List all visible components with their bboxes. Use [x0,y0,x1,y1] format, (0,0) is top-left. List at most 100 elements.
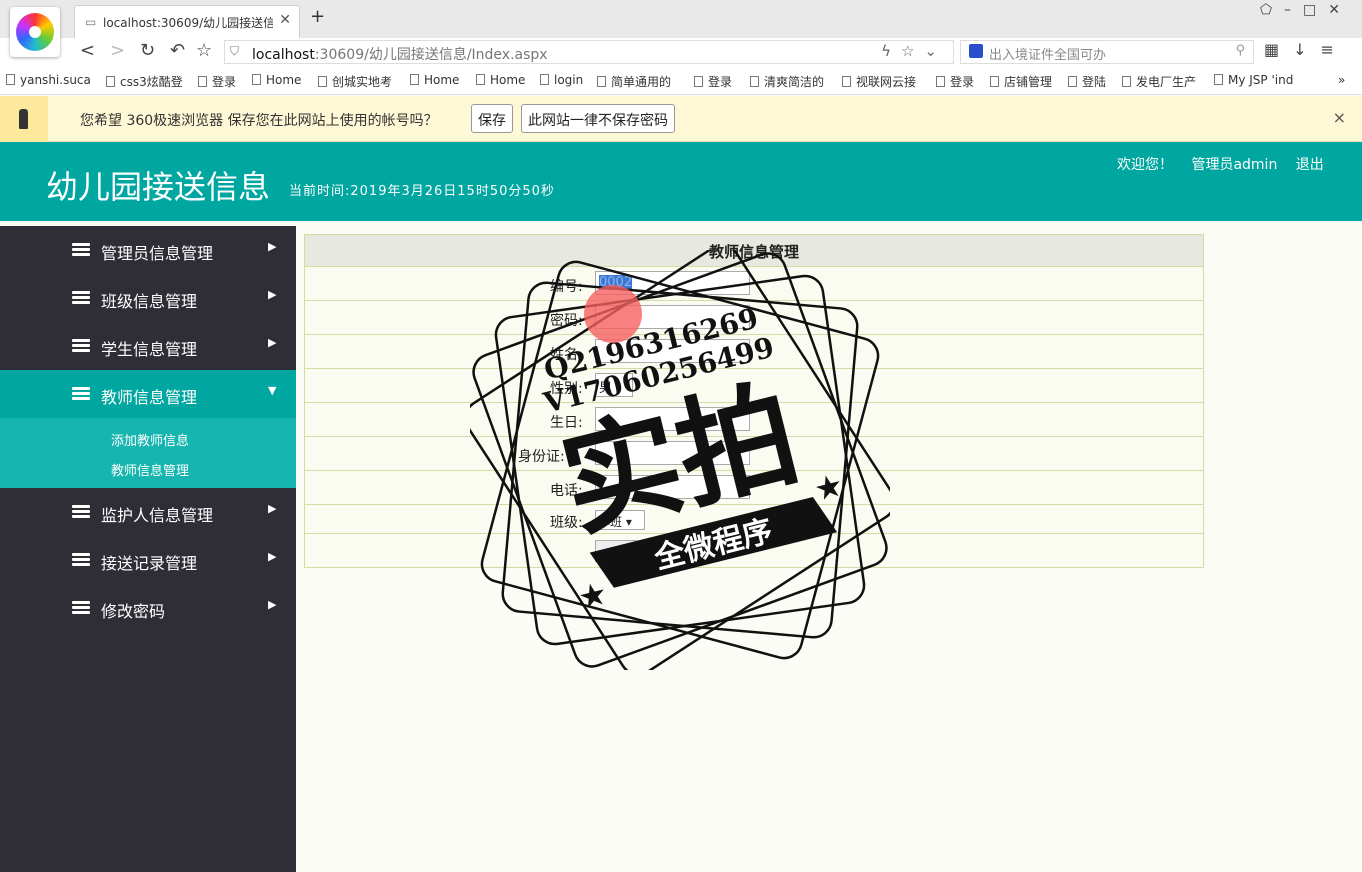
submit-button[interactable] [595,540,637,562]
bookmark-item[interactable]: 店铺管理 [990,73,1052,90]
bookmark-label: 发电厂生产 [1136,75,1197,89]
close-tab-icon[interactable]: ✕ [279,12,291,28]
sidebar-item-admin[interactable]: 管理员信息管理 ▶ [0,226,296,274]
add-teacher-link[interactable]: 添加教师信息 [111,430,189,449]
browser-logo-icon[interactable] [10,7,60,57]
sidebar-item-student[interactable]: 学生信息管理 ▶ [0,322,296,370]
bookmark-item[interactable]: 简单通用的 [597,73,671,90]
page-icon [476,74,485,85]
sidebar-item-password[interactable]: 修改密码 ▶ [0,584,296,632]
id-label: 编号: [550,279,583,295]
page-icon [410,74,419,85]
bookmark-label: 清爽简洁的 [764,75,825,89]
browser-tools[interactable]: ▦↓≡ [1264,40,1348,59]
page-icon [750,76,759,87]
bookmark-item[interactable]: 视联网云接 [842,73,916,90]
baidu-icon [969,44,983,58]
bookmark-label: 简单通用的 [611,75,672,89]
page-icon [198,76,207,87]
bookmark-item[interactable]: 创城实地考 [318,73,392,90]
bookmark-item[interactable]: css3炫酷登 [106,73,183,90]
sidebar-item-class[interactable]: 班级信息管理 ▶ [0,274,296,322]
sidebar-item-guardian[interactable]: 监护人信息管理 ▶ [0,488,296,536]
bookmark-label: 登录 [212,75,237,89]
sidebar-item-label: 修改密码 [101,602,166,621]
bookmark-item[interactable]: 登录 [694,73,732,90]
bookmark-item[interactable]: Home [410,73,459,87]
bookmark-label: 登录 [708,75,733,89]
bookmark-label: 店铺管理 [1004,75,1053,89]
admin-link[interactable]: 管理员admin [1191,157,1277,173]
gender-select[interactable]: 男 [595,373,633,397]
chevron-right-icon: ▶ [268,598,277,611]
bookmark-item[interactable]: 登陆 [1068,73,1106,90]
url-host: localhost [252,47,315,63]
sidebar-item-teacher[interactable]: 教师信息管理 ▼ [0,370,296,418]
birthday-field[interactable] [595,407,750,431]
class-select[interactable]: 小班 ▾ [595,510,645,530]
page-icon: ▭ [85,15,97,29]
phone-field[interactable] [595,475,750,499]
bookmark-item[interactable]: 登录 [198,73,236,90]
form-row: 性别: 男 [305,368,1203,402]
bookmarks-more-icon[interactable]: » [1338,73,1345,87]
page-icon [1214,74,1223,85]
name-field[interactable] [595,339,750,363]
star-icon[interactable]: ☆ [196,40,212,61]
bookmark-item[interactable]: Home [476,73,525,87]
bookmark-item[interactable]: login [540,73,583,87]
save-password-button[interactable]: 保存 [471,104,513,133]
page-icon [842,76,851,87]
welcome-text: 欢迎您！ [1117,157,1173,173]
bookmark-item[interactable]: 登录 [936,73,974,90]
idcard-field[interactable] [595,441,750,465]
chevron-right-icon: ▶ [268,502,277,515]
bookmark-item[interactable]: 清爽简洁的 [750,73,824,90]
stack-icon [72,339,90,352]
page-icon [990,76,999,87]
address-bar-actions[interactable]: ϟ☆⌄ [881,42,947,60]
page-icon [252,74,261,85]
bookmark-item[interactable]: My JSP 'ind [1214,73,1293,87]
sidebar-item-pickup[interactable]: 接送记录管理 ▶ [0,536,296,584]
sidebar-item-label: 管理员信息管理 [101,244,214,263]
star-icon: ★ [577,577,609,615]
bookmark-item[interactable]: 发电厂生产 [1122,73,1196,90]
stack-icon [72,601,90,614]
bookmark-label: 登录 [950,75,975,89]
bookmark-label: My JSP 'ind [1228,73,1294,87]
never-save-button[interactable]: 此网站一律不保存密码 [521,104,675,133]
page-icon [936,76,945,87]
forward-icon[interactable]: > [110,40,125,61]
reload-icon[interactable]: ↻ [140,40,155,61]
teacher-manage-link[interactable]: 教师信息管理 [111,460,189,479]
form-row: 编号: 0002 [305,266,1203,300]
search-box[interactable]: 出入境证件全国可办 ⚲ [960,40,1254,64]
app-header: 幼儿园接送信息 当前时间:2019年3月26日15时50分50秒 欢迎您！ 管理… [0,142,1362,221]
page-title: 幼儿园接送信息 [46,168,271,206]
stack-icon [72,243,90,256]
address-bar[interactable]: ⛉ localhost:30609/幼儿园接送信息/Index.aspx ϟ☆⌄ [224,40,954,64]
bookmarks-bar: yanshi.suca css3炫酷登 登录 Home 创城实地考 Home Home log… [0,66,1362,95]
chevron-right-icon: ▶ [268,240,277,253]
search-placeholder: 出入境证件全国可办 [989,48,1107,63]
chevron-right-icon: ▶ [268,336,277,349]
bookmark-label: 创城实地考 [332,75,393,89]
form-row: 电话: [305,470,1203,504]
logout-link[interactable]: 退出 [1296,157,1324,173]
window-controls[interactable]: ⬠–□✕ [1260,2,1352,18]
bookmark-item[interactable]: yanshi.suca [6,73,91,87]
close-icon[interactable]: × [1333,108,1346,127]
bookmark-item[interactable]: Home [252,73,301,87]
gender-label: 性别: [550,381,583,397]
browser-tab[interactable]: ▭ localhost:30609/幼儿园接送信息 ✕ [74,5,300,38]
navigation-bar: < > ↻ ↶ ☆ ⛉ localhost:30609/幼儿园接送信息/Inde… [0,38,1362,66]
form-row: 姓名: [305,334,1203,368]
page-icon [318,76,327,87]
page-icon [1068,76,1077,87]
back-icon[interactable]: < [80,40,95,61]
new-tab-button[interactable]: + [310,6,325,27]
search-icon[interactable]: ⚲ [1235,43,1245,58]
undo-icon[interactable]: ↶ [170,40,185,61]
password-label: 密码: [550,313,583,329]
